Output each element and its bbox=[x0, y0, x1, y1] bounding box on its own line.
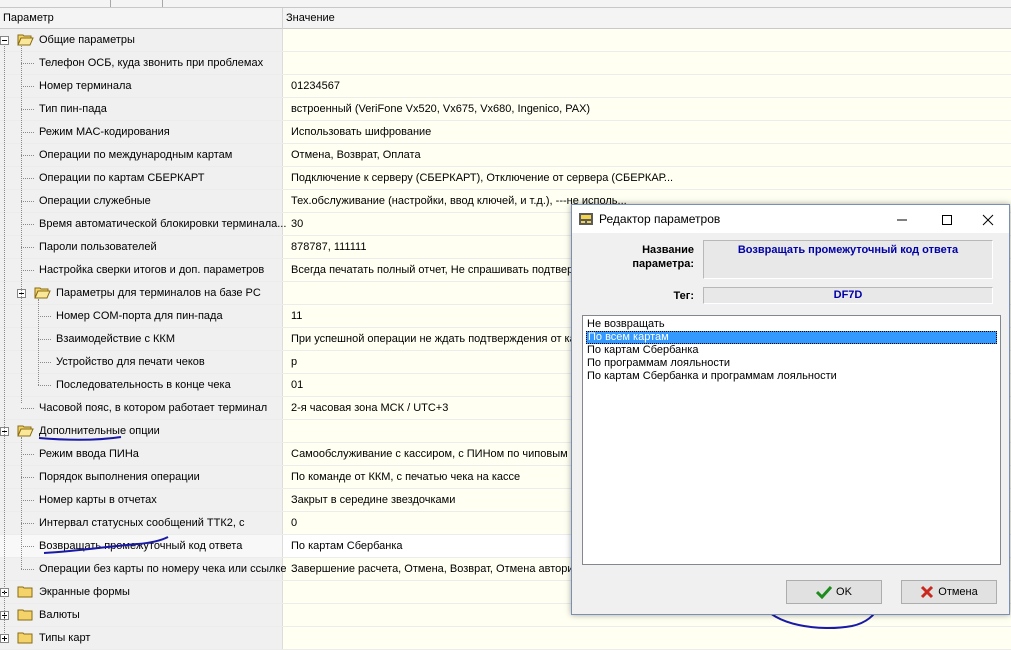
ok-button[interactable]: OK bbox=[786, 580, 882, 604]
tag-label: Тег: bbox=[673, 290, 694, 302]
cancel-label: Отмена bbox=[938, 586, 978, 598]
tag-field: DF7D bbox=[703, 287, 993, 304]
dialog-titlebar[interactable]: Редактор параметров bbox=[572, 205, 1009, 233]
parameter-editor-dialog: Редактор параметров Название параметра: … bbox=[571, 204, 1010, 615]
list-item[interactable]: По картам Сбербанка bbox=[586, 344, 699, 357]
close-icon bbox=[982, 214, 994, 226]
name-field: Возвращать промежуточный код ответа bbox=[703, 240, 993, 279]
minimize-icon bbox=[897, 219, 907, 221]
maximize-icon bbox=[942, 215, 952, 226]
list-item[interactable]: Не возвращать bbox=[586, 318, 665, 331]
app-icon bbox=[579, 213, 593, 225]
maximize-button[interactable] bbox=[924, 205, 970, 233]
list-item-selected[interactable]: По всем картам bbox=[586, 331, 997, 344]
list-item[interactable]: По программам лояльности bbox=[586, 357, 730, 370]
options-listbox[interactable]: Не возвращать По всем картам По картам С… bbox=[582, 315, 1001, 565]
list-item[interactable]: По картам Сбербанка и программам лояльно… bbox=[586, 370, 837, 383]
ok-label: OK bbox=[836, 586, 852, 598]
minimize-button[interactable] bbox=[879, 205, 925, 233]
cancel-button[interactable]: Отмена bbox=[901, 580, 997, 604]
name-label: Название параметра: bbox=[632, 244, 694, 270]
checkmark-icon bbox=[815, 586, 833, 600]
dialog-title: Редактор параметров bbox=[599, 212, 721, 226]
cancel-x-icon bbox=[921, 586, 934, 599]
close-button[interactable] bbox=[965, 205, 1011, 233]
